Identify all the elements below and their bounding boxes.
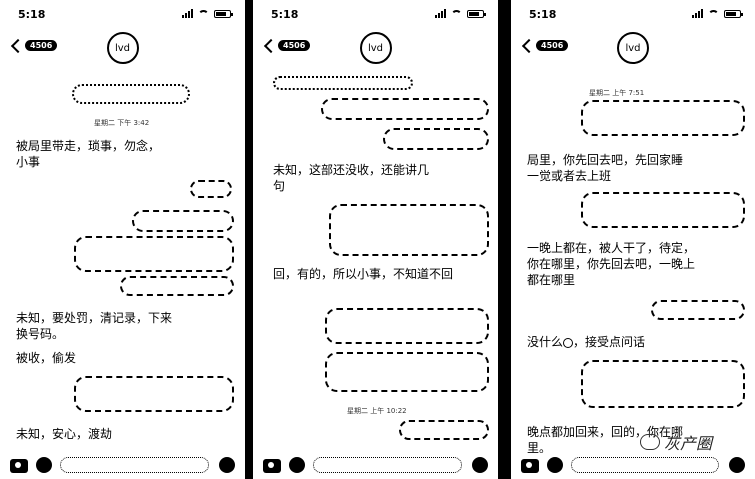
message-text: 未知，这部还没收，还能讲几句 <box>273 163 430 193</box>
redacted-message-bubble <box>72 84 190 104</box>
redacted-message-bubble <box>329 204 489 256</box>
redacted-message-bubble <box>273 76 413 90</box>
redacted-message-bubble <box>383 128 489 150</box>
redacted-message-bubble <box>74 236 234 272</box>
phone-screenshot-3: 5:18 4506 lvd 星期二 上午 7:51 局里，你先回去吧，先回家睡一… <box>511 0 755 479</box>
camera-icon[interactable] <box>263 459 281 473</box>
message-text: 被局里带走，琐事，勿念，小事 <box>16 139 161 169</box>
unread-badge: 4506 <box>278 40 311 51</box>
unread-badge: 4506 <box>536 40 569 51</box>
message-text: 没什么 ，接受点问话 <box>527 334 697 350</box>
unread-badge: 4506 <box>25 40 58 51</box>
back-button[interactable]: 4506 <box>521 38 569 53</box>
back-button[interactable]: 4506 <box>263 38 311 53</box>
wifi-icon <box>708 10 719 18</box>
wechat-logo-icon <box>640 434 660 450</box>
watermark: 灰产圈 <box>640 430 712 454</box>
signal-icon <box>182 9 193 18</box>
battery-icon <box>214 10 233 18</box>
redacted-message-bubble <box>581 192 745 228</box>
message-text: 被收，偷发 <box>16 351 77 365</box>
message-text: 一晚上都在，被人干了，待定，你在哪里，你先回去吧，一晚上都在哪里 <box>527 241 696 287</box>
redacted-message-bubble <box>190 180 232 198</box>
redacted-message-bubble <box>321 98 489 120</box>
watermark-text: 灰产圈 <box>664 434 713 453</box>
conversation-header: 4506 lvd <box>511 30 755 70</box>
apps-icon[interactable] <box>36 457 52 473</box>
redacted-message-bubble <box>399 420 489 440</box>
message-input[interactable] <box>571 457 719 473</box>
apps-icon[interactable] <box>547 457 563 473</box>
message-input[interactable] <box>313 457 462 473</box>
signal-icon <box>692 9 703 18</box>
battery-icon <box>724 10 743 18</box>
avatar[interactable]: lvd <box>617 32 649 64</box>
camera-icon[interactable] <box>10 459 28 473</box>
redacted-message-bubble <box>132 210 234 232</box>
message-text-part: 没什么 <box>527 335 564 349</box>
compose-bar <box>253 449 498 479</box>
microphone-icon[interactable] <box>472 457 488 473</box>
redacted-message-bubble <box>581 360 745 408</box>
wifi-icon <box>198 10 209 18</box>
camera-icon[interactable] <box>521 459 539 473</box>
compose-bar <box>511 449 755 479</box>
message-text: 回，有的，所以小事，不知道不回 <box>273 267 454 281</box>
redacted-message-bubble <box>74 376 234 412</box>
message-text-part: ，接受点问话 <box>573 335 646 349</box>
wifi-icon <box>451 10 462 18</box>
chevron-left-icon <box>263 38 279 53</box>
status-bar: 5:18 <box>0 0 245 26</box>
chevron-left-icon <box>10 38 26 53</box>
avatar[interactable]: lvd <box>359 32 392 64</box>
microphone-icon[interactable] <box>219 457 235 473</box>
status-time: 5:18 <box>18 8 46 21</box>
conversation-header: 4506 lvd <box>253 30 498 70</box>
redacted-message-bubble <box>325 308 489 344</box>
redacted-message-bubble <box>651 300 745 320</box>
microphone-icon[interactable] <box>729 457 745 473</box>
conversation-header: 4506 lvd <box>0 30 245 70</box>
avatar[interactable]: lvd <box>106 32 139 64</box>
redacted-message-bubble <box>325 352 489 392</box>
compose-bar <box>0 449 245 479</box>
status-bar: 5:18 <box>511 0 755 26</box>
chevron-left-icon <box>521 38 537 53</box>
status-time: 5:18 <box>529 8 557 21</box>
message-input[interactable] <box>60 457 209 473</box>
message-text: 未知，安心，渡劫 <box>16 427 113 441</box>
phone-screenshot-2: 5:18 4506 lvd 未知，这部还没收，还能讲几句 回，有的，所以小事，不… <box>253 0 498 479</box>
status-time: 5:18 <box>271 8 299 21</box>
redacted-message-bubble <box>581 100 745 136</box>
signal-icon <box>435 9 446 18</box>
phone-screenshot-1: 5:18 4506 lvd 星期二 下午 3:42 被局里带走，琐事，勿念，小事… <box>0 0 245 479</box>
redacted-message-bubble <box>120 276 234 296</box>
timestamp: 星期二 下午 3:42 <box>94 119 150 127</box>
message-text: 局里，你先回去吧，先回家睡一觉或者去上班 <box>527 153 684 183</box>
timestamp: 星期二 上午 10:22 <box>347 407 407 415</box>
message-text: 未知，要处罚，清记录，下来换号码。 <box>16 311 173 341</box>
battery-icon <box>467 10 486 18</box>
back-button[interactable]: 4506 <box>10 38 58 53</box>
timestamp: 星期二 上午 7:51 <box>589 89 645 97</box>
apps-icon[interactable] <box>289 457 305 473</box>
status-bar: 5:18 <box>253 0 498 26</box>
emoji-icon <box>563 337 574 348</box>
